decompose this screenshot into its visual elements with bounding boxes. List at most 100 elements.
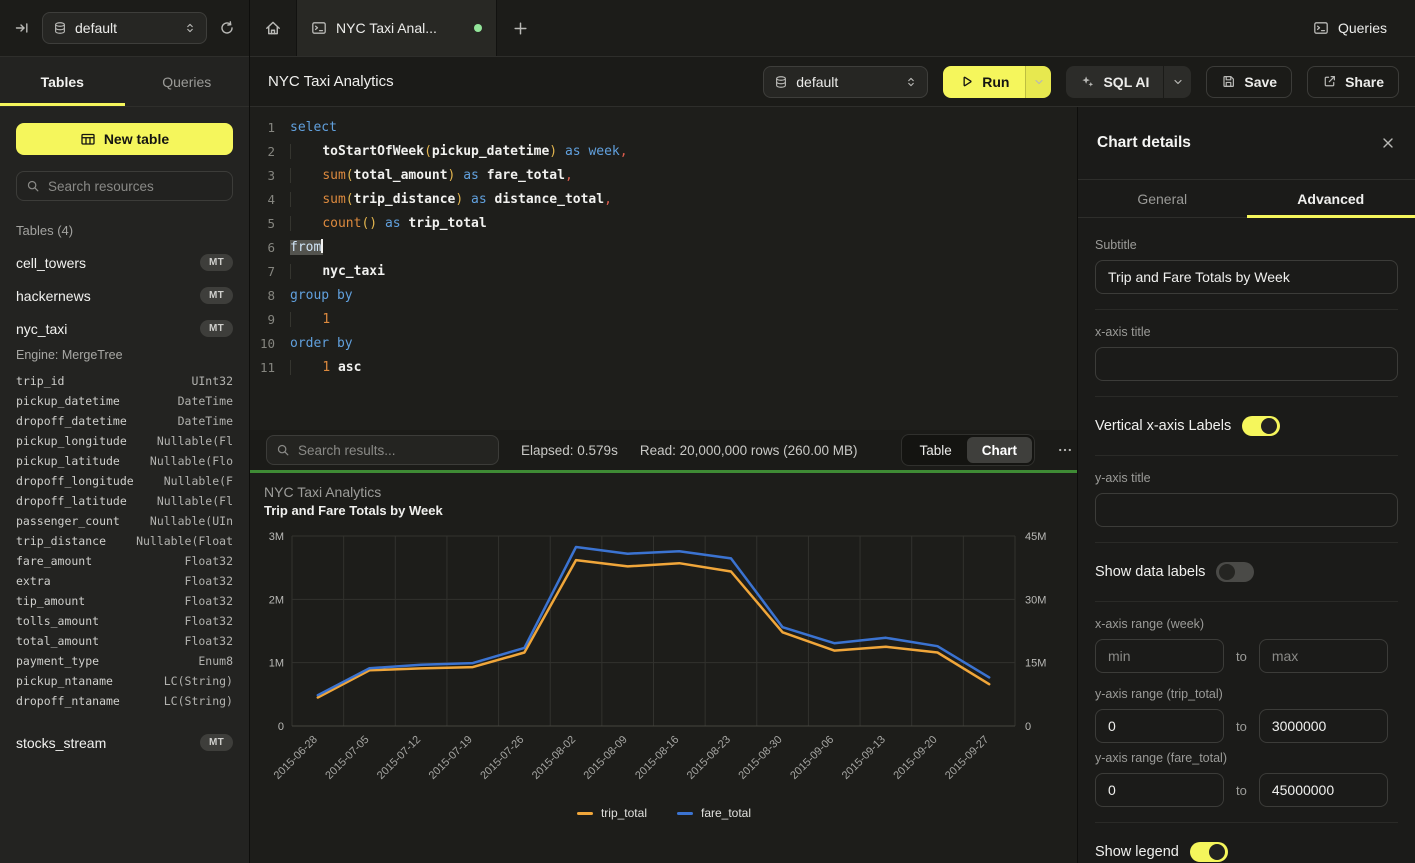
panel-title: Chart details xyxy=(1097,134,1191,152)
new-tab-button[interactable] xyxy=(497,0,543,56)
collapse-sidebar-button[interactable] xyxy=(14,20,30,36)
line-number: 6 xyxy=(250,236,275,260)
view-toggle-table[interactable]: Table xyxy=(904,437,966,463)
chart-details-panel: Chart details General Advanced Subtitle … xyxy=(1078,107,1415,863)
close-panel-button[interactable] xyxy=(1380,135,1396,151)
home-tab-button[interactable] xyxy=(250,0,296,56)
line-number: 11 xyxy=(250,356,275,380)
run-button[interactable]: Run xyxy=(943,66,1025,98)
column-row[interactable]: tolls_amountFloat32 xyxy=(16,611,233,631)
share-button[interactable]: Share xyxy=(1307,66,1399,98)
column-type: Nullable(UIn xyxy=(150,511,233,531)
svg-text:0: 0 xyxy=(278,721,284,733)
column-name: pickup_datetime xyxy=(16,391,120,411)
view-toggle-chart[interactable]: Chart xyxy=(967,437,1032,463)
show-legend-toggle[interactable] xyxy=(1190,842,1228,862)
show-data-labels-toggle[interactable] xyxy=(1216,562,1254,582)
svg-text:2015-08-02: 2015-08-02 xyxy=(530,734,578,782)
svg-text:2015-07-05: 2015-07-05 xyxy=(323,734,371,782)
column-row[interactable]: trip_id UInt32 xyxy=(16,371,233,391)
code-line: 7 nyc_taxi xyxy=(250,260,1077,284)
column-row[interactable]: dropoff_ntanameLC(String) xyxy=(16,691,233,711)
y-range-trip-max-input[interactable] xyxy=(1259,709,1388,743)
query-database-selector[interactable]: default xyxy=(763,66,928,98)
column-row[interactable]: extraFloat32 xyxy=(16,571,233,591)
column-row[interactable]: fare_amountFloat32 xyxy=(16,551,233,571)
column-row[interactable]: trip_distanceNullable(Float xyxy=(16,531,233,551)
sql-editor[interactable]: 1select2 toStartOfWeek(pickup_datetime) … xyxy=(250,107,1077,430)
results-chart-svg: 001M15M2M30M3M45M2015-06-282015-07-05201… xyxy=(250,473,1078,863)
column-name: payment_type xyxy=(16,651,99,671)
to-label: to xyxy=(1236,649,1247,664)
table-row-cell-towers[interactable]: cell_towers MT xyxy=(16,246,233,279)
panel-body: Subtitle x-axis title Vertical x-axis La… xyxy=(1078,218,1415,863)
refresh-button[interactable] xyxy=(219,20,235,36)
legend-item-fare_total[interactable]: fare_total xyxy=(677,806,751,820)
column-type: Float32 xyxy=(185,591,233,611)
code-text: 1 asc xyxy=(290,356,361,380)
sql-ai-options-button[interactable] xyxy=(1163,66,1191,98)
sidebar-tab-queries[interactable]: Queries xyxy=(125,57,250,106)
column-name: trip_id xyxy=(16,371,64,391)
code-line: 5 count() as trip_total xyxy=(250,212,1077,236)
vertical-labels-toggle[interactable] xyxy=(1242,416,1280,436)
x-range-min-input[interactable] xyxy=(1095,639,1224,673)
tab-advanced[interactable]: Advanced xyxy=(1247,180,1415,217)
results-search-input[interactable] xyxy=(298,443,489,458)
line-number: 1 xyxy=(250,116,275,140)
column-row[interactable]: dropoff_datetimeDateTime xyxy=(16,411,233,431)
y-range-fare-max-input[interactable] xyxy=(1259,773,1388,807)
line-number: 3 xyxy=(250,164,275,188)
subtitle-input[interactable] xyxy=(1095,260,1398,294)
sql-ai-button[interactable]: SQL AI xyxy=(1066,66,1163,98)
x-range-label: x-axis range (week) xyxy=(1095,617,1398,631)
code-text: sum(trip_distance) as distance_total, xyxy=(290,188,612,212)
resource-search-input[interactable] xyxy=(48,179,223,194)
line-number: 10 xyxy=(250,332,275,356)
column-row[interactable]: total_amountFloat32 xyxy=(16,631,233,651)
column-row[interactable]: pickup_longitudeNullable(Fl xyxy=(16,431,233,451)
column-type: UInt32 xyxy=(191,371,233,391)
svg-text:2015-08-23: 2015-08-23 xyxy=(685,734,733,782)
column-row[interactable]: payment_typeEnum8 xyxy=(16,651,233,671)
legend-item-trip_total[interactable]: trip_total xyxy=(577,806,647,820)
code-text: from xyxy=(290,236,323,260)
column-row[interactable]: dropoff_longitudeNullable(F xyxy=(16,471,233,491)
y-range-trip-min-input[interactable] xyxy=(1095,709,1224,743)
y-axis-title-input[interactable] xyxy=(1095,493,1398,527)
more-options-button[interactable] xyxy=(1057,442,1073,458)
y-axis-title-label: y-axis title xyxy=(1095,471,1398,485)
code-line: 6 from xyxy=(250,236,1077,260)
run-options-button[interactable] xyxy=(1025,66,1051,98)
save-button[interactable]: Save xyxy=(1206,66,1292,98)
line-number: 5 xyxy=(250,212,275,236)
chevron-down-icon xyxy=(1172,76,1184,88)
y-range-trip-row: to xyxy=(1095,709,1398,743)
table-row-nyc-taxi[interactable]: nyc_taxi MT xyxy=(16,312,233,345)
table-row-hackernews[interactable]: hackernews MT xyxy=(16,279,233,312)
query-tab[interactable]: NYC Taxi Anal... xyxy=(296,0,497,56)
toggle-knob xyxy=(1219,564,1235,580)
query-title: NYC Taxi Analytics xyxy=(268,73,394,90)
column-row[interactable]: dropoff_latitudeNullable(Fl xyxy=(16,491,233,511)
tab-general[interactable]: General xyxy=(1078,180,1247,217)
vertical-labels-label: Vertical x-axis Labels xyxy=(1095,418,1231,434)
column-row[interactable]: pickup_datetimeDateTime xyxy=(16,391,233,411)
x-axis-title-input[interactable] xyxy=(1095,347,1398,381)
share-button-label: Share xyxy=(1345,74,1384,90)
x-range-max-input[interactable] xyxy=(1259,639,1388,673)
new-table-button[interactable]: New table xyxy=(16,123,233,155)
y-range-fare-min-input[interactable] xyxy=(1095,773,1224,807)
column-row[interactable]: pickup_ntanameLC(String) xyxy=(16,671,233,691)
database-selector[interactable]: default xyxy=(42,12,207,44)
table-row-stocks-stream[interactable]: stocks_stream MT xyxy=(16,726,233,759)
results-toolbar: Elapsed: 0.579s Read: 20,000,000 rows (2… xyxy=(250,430,1077,470)
queries-button[interactable]: Queries xyxy=(1313,0,1387,56)
toggle-knob xyxy=(1209,844,1225,860)
column-row[interactable]: tip_amountFloat32 xyxy=(16,591,233,611)
column-row[interactable]: passenger_countNullable(UIn xyxy=(16,511,233,531)
column-row[interactable]: pickup_latitudeNullable(Flo xyxy=(16,451,233,471)
sidebar-tab-tables[interactable]: Tables xyxy=(0,57,125,106)
close-icon xyxy=(1380,135,1396,151)
sql-ai-button-label: SQL AI xyxy=(1103,74,1149,90)
